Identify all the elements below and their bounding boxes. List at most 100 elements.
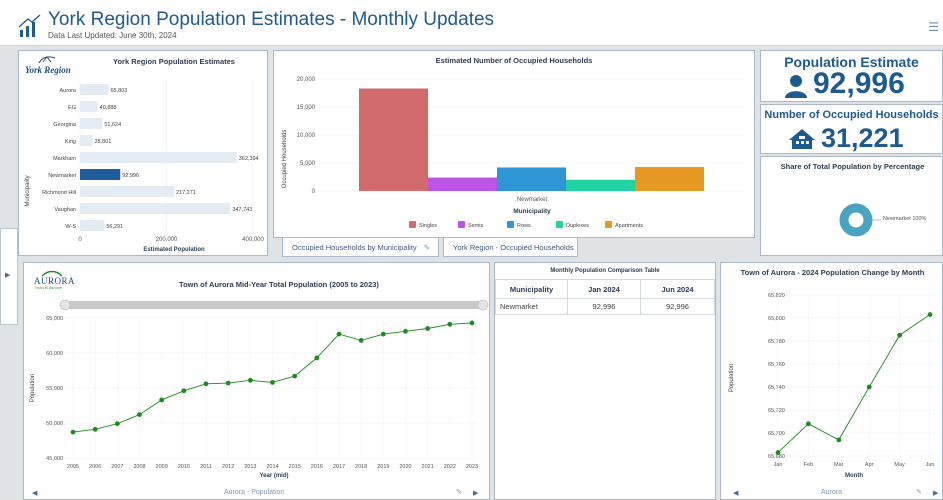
edit-pencil-icon[interactable]: ✎ bbox=[456, 488, 462, 496]
hh-legend-swatch-apartments bbox=[605, 221, 612, 228]
aurora-data-point[interactable] bbox=[403, 328, 408, 334]
muni-bar-king[interactable] bbox=[80, 135, 93, 146]
monthly-footer-link[interactable]: Aurora bbox=[821, 489, 842, 496]
monthly-data-point[interactable] bbox=[836, 437, 842, 443]
dashboard-header: York Region Population Estimates - Month… bbox=[0, 0, 943, 46]
edit-pencil-icon[interactable]: ✎ bbox=[916, 488, 922, 496]
cell-municipality: Newmarket bbox=[495, 298, 568, 315]
muni-bar-eg[interactable] bbox=[80, 101, 98, 112]
aurora-data-point[interactable] bbox=[203, 381, 209, 387]
hh-legend-label-semis: Semis bbox=[468, 223, 484, 229]
sidebar-toggle-button[interactable]: ▶ bbox=[0, 228, 18, 325]
aurora-data-point[interactable] bbox=[225, 380, 231, 386]
column-header-jan-2024[interactable]: Jan 2024 bbox=[566, 279, 642, 299]
muni-bar-markham[interactable] bbox=[80, 152, 237, 163]
aurora-data-point[interactable] bbox=[425, 326, 431, 331]
aurora-data-point[interactable] bbox=[447, 321, 453, 327]
muni-bar-newmarket[interactable] bbox=[80, 169, 121, 180]
muni-bar-georgina[interactable] bbox=[80, 118, 103, 129]
aurora-footer-link[interactable]: Aurora - Population bbox=[224, 489, 284, 496]
zoom-slider-right-handle[interactable] bbox=[477, 299, 489, 311]
aurora-data-point[interactable] bbox=[114, 421, 120, 427]
donut-slice-newmarket[interactable] bbox=[839, 203, 873, 237]
monthly-ylabel: Population bbox=[729, 364, 735, 392]
aurora-x-tick: 2013 bbox=[244, 464, 256, 470]
muni-category-label: Aurora bbox=[59, 88, 76, 94]
monthly-data-point[interactable] bbox=[927, 312, 933, 317]
aurora-x-tick: 2006 bbox=[89, 464, 101, 470]
monthly-data-point[interactable] bbox=[897, 332, 902, 338]
aurora-x-tick: 2017 bbox=[333, 464, 345, 470]
aurora-data-point[interactable] bbox=[181, 388, 187, 394]
zoom-slider-left-handle[interactable] bbox=[59, 299, 71, 311]
monthly-data-point[interactable] bbox=[806, 421, 811, 427]
muni-category-label: EG bbox=[68, 105, 76, 111]
muni-category-label: W-S bbox=[65, 224, 76, 230]
aurora-data-point[interactable] bbox=[380, 331, 386, 337]
zoom-slider-track[interactable] bbox=[62, 301, 486, 309]
aurora-data-point[interactable] bbox=[159, 397, 165, 403]
tab-york-region-occupied-households[interactable]: York Region - Occupied Households bbox=[443, 238, 578, 257]
aurora-data-point[interactable] bbox=[137, 412, 142, 417]
column-header-jun-2024[interactable]: Jun 2024 bbox=[640, 279, 715, 299]
aurora-data-point[interactable] bbox=[358, 338, 364, 343]
population-share-title: Share of Total Population by Percentage bbox=[780, 162, 925, 171]
muni-bar-w-s[interactable] bbox=[80, 220, 105, 231]
prev-arrow-icon[interactable]: ◀ bbox=[733, 489, 738, 497]
donut-label: Newmarket 100% bbox=[883, 216, 927, 222]
monthly-x-tick: Jan bbox=[774, 462, 783, 468]
tab-occupied-households-by-municipality[interactable]: Occupied Households by Municipality ✎ bbox=[282, 238, 439, 257]
muni-data-label: 347,743 bbox=[232, 207, 252, 213]
monthly-data-point[interactable] bbox=[775, 450, 781, 455]
muni-bar-aurora[interactable] bbox=[80, 84, 109, 95]
monthly-change-panel: Town of Aurora - 2024 Population Change … bbox=[720, 262, 943, 500]
hh-legend-swatch-rows bbox=[507, 221, 514, 228]
comparison-table: Municipality Jan 2024 Jun 2024 Newmarket… bbox=[495, 279, 715, 315]
aurora-population-panel: AURORA Yours to discover Town of Aurora … bbox=[23, 262, 490, 500]
monthly-x-tick: Apr bbox=[865, 462, 874, 468]
aurora-data-point[interactable] bbox=[292, 373, 298, 379]
edit-pencil-icon[interactable]: ✎ bbox=[424, 243, 430, 252]
aurora-y-tick: 50,000 bbox=[46, 421, 63, 427]
hh-y-tick: 10,000 bbox=[297, 133, 316, 139]
monthly-data-point[interactable] bbox=[866, 384, 872, 390]
aurora-y-tick: 65,000 bbox=[46, 316, 63, 322]
aurora-data-point[interactable] bbox=[314, 355, 320, 361]
monthly-line-chart: Population Month 65,680 65,700 65,720 65,74… bbox=[729, 293, 936, 479]
aurora-x-tick: 2012 bbox=[222, 464, 234, 470]
aurora-data-point[interactable] bbox=[70, 429, 76, 435]
muni-bar-vaughan[interactable] bbox=[80, 203, 231, 214]
muni-ylabel: Municipality bbox=[25, 175, 31, 206]
next-arrow-icon[interactable]: ▶ bbox=[473, 489, 478, 497]
aurora-x-tick: 2007 bbox=[111, 464, 123, 470]
muni-data-label: 217,271 bbox=[176, 190, 196, 196]
monthly-y-tick: 65,680 bbox=[768, 454, 785, 460]
hh-bar-singles[interactable] bbox=[359, 88, 428, 191]
hh-bar-semis[interactable] bbox=[428, 177, 497, 191]
menu-icon[interactable]: ☰ bbox=[928, 20, 939, 34]
muni-x-tick: 400,000 bbox=[242, 237, 264, 243]
column-header-municipality[interactable]: Municipality bbox=[495, 279, 568, 299]
aurora-data-point[interactable] bbox=[247, 377, 253, 383]
hh-bar-duplexes[interactable] bbox=[566, 179, 635, 191]
muni-category-label: King bbox=[65, 139, 76, 145]
monthly-x-tick: Feb bbox=[804, 462, 813, 468]
aurora-xlabel: Year (mid) bbox=[259, 473, 288, 479]
muni-bar-richmond-hill[interactable] bbox=[80, 186, 174, 197]
aurora-data-point[interactable] bbox=[270, 380, 275, 385]
next-arrow-icon[interactable]: ▶ bbox=[933, 489, 938, 497]
table-row[interactable]: Newmarket 92,996 92,996 bbox=[495, 298, 715, 315]
page-title: York Region Population Estimates - Month… bbox=[48, 9, 495, 30]
hh-bar-rows[interactable] bbox=[497, 167, 566, 191]
aurora-y-tick: 55,000 bbox=[46, 386, 63, 392]
hh-y-tick: 0 bbox=[312, 189, 316, 195]
muni-data-label: 51,624 bbox=[104, 122, 121, 128]
population-estimate-card: Population Estimate 92,996 bbox=[760, 50, 943, 102]
hh-bar-apartments[interactable] bbox=[635, 166, 704, 191]
prev-arrow-icon[interactable]: ◀ bbox=[32, 489, 37, 497]
aurora-data-point[interactable] bbox=[92, 426, 98, 432]
aurora-data-point[interactable] bbox=[336, 331, 342, 337]
aurora-data-point[interactable] bbox=[469, 320, 475, 326]
monthly-y-tick: 65,800 bbox=[768, 316, 785, 322]
aurora-x-tick: 2009 bbox=[156, 464, 168, 470]
